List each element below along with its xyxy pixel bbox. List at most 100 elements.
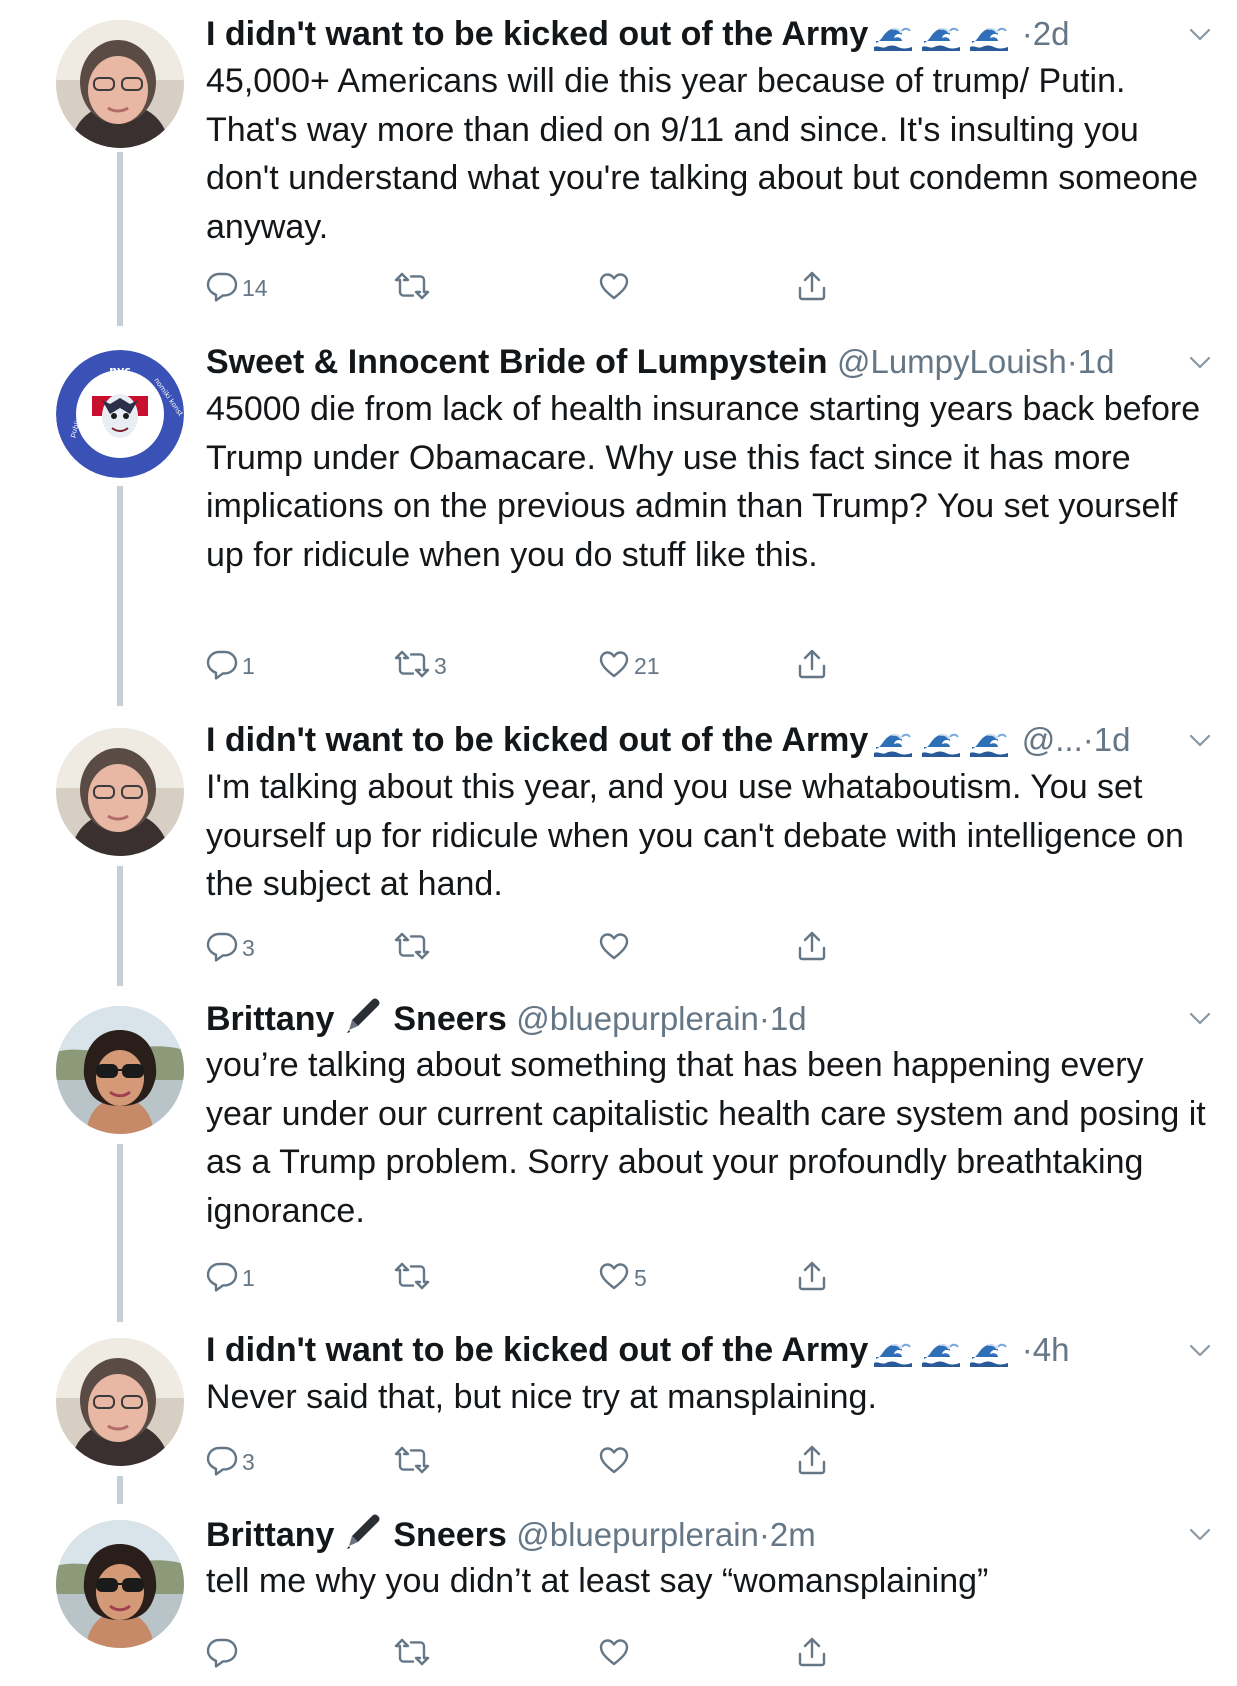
action-bar: 3 (206, 1442, 826, 1482)
retweet-icon (394, 1260, 430, 1297)
chevron-down-icon[interactable] (1187, 1006, 1213, 1032)
reply-button[interactable]: 1 (206, 1258, 255, 1298)
retweet-button[interactable] (394, 928, 434, 968)
chevron-down-icon[interactable] (1187, 1338, 1213, 1364)
action-bar: 3 (206, 928, 826, 968)
reply-icon (206, 930, 238, 967)
share-icon (796, 930, 828, 967)
like-button[interactable] (598, 928, 634, 968)
reply-count: 1 (242, 652, 255, 679)
like-button[interactable] (598, 268, 634, 308)
display-name[interactable]: I didn't want to be kicked out of the Ar… (206, 15, 868, 53)
reply-button[interactable]: 14 (206, 268, 268, 308)
share-icon (796, 1260, 828, 1297)
separator-dot: · (758, 1000, 770, 1037)
chevron-down-icon[interactable] (1187, 1522, 1213, 1548)
like-button[interactable] (598, 1442, 634, 1482)
share-button[interactable] (796, 646, 828, 686)
share-button[interactable] (796, 268, 828, 308)
avatar[interactable] (56, 728, 184, 856)
separator-dot: · (758, 1516, 770, 1553)
timestamp[interactable]: 1d (770, 1000, 807, 1037)
timestamp[interactable]: 1d (1094, 721, 1131, 758)
avatar[interactable] (56, 1338, 184, 1466)
tweet-header: Sweet & Innocent Bride of Lumpystein @Lu… (206, 340, 1201, 384)
heart-icon (598, 648, 630, 685)
retweet-icon (394, 648, 430, 685)
tweet-text: I'm talking about this year, and you use… (206, 768, 1184, 903)
share-icon (796, 1636, 828, 1673)
retweet-button[interactable] (394, 1258, 434, 1298)
tweet-text: you’re talking about something that has … (206, 1046, 1206, 1230)
reply-button[interactable]: 1 (206, 646, 255, 686)
reply-count: 3 (242, 1448, 255, 1475)
action-bar: 14 (206, 268, 826, 308)
reply-button[interactable] (206, 1634, 242, 1674)
heart-icon (598, 1636, 630, 1673)
thread-line (117, 1476, 123, 1504)
retweet-icon (394, 1444, 430, 1481)
timestamp[interactable]: 2m (770, 1516, 816, 1553)
tweet-header: I didn't want to be kicked out of the Ar… (206, 12, 1201, 56)
reply-button[interactable]: 3 (206, 928, 255, 968)
reply-icon (206, 1260, 238, 1297)
avatar[interactable]: nyc public advocate nomiki konst (56, 350, 184, 478)
timestamp[interactable]: 2d (1033, 15, 1070, 52)
reply-button[interactable]: 3 (206, 1442, 255, 1482)
like-button[interactable]: 5 (598, 1258, 647, 1298)
retweet-button[interactable] (394, 1442, 434, 1482)
wave-emoji-icon (874, 1334, 1012, 1378)
wave-emoji-icon (874, 18, 1012, 62)
user-handle[interactable]: @bluepurplerain (516, 1000, 759, 1037)
chevron-down-icon[interactable] (1187, 22, 1213, 48)
thread-line (117, 1144, 123, 1322)
share-button[interactable] (796, 928, 828, 968)
timestamp[interactable]: 1d (1078, 343, 1115, 380)
display-name[interactable]: I didn't want to be kicked out of the Ar… (206, 1331, 868, 1369)
display-name[interactable]: Brittany (206, 1516, 334, 1554)
display-name[interactable]: I didn't want to be kicked out of the Ar… (206, 721, 868, 759)
heart-icon (598, 1260, 630, 1297)
heart-icon (598, 930, 630, 967)
retweet-button[interactable] (394, 1634, 434, 1674)
display-name-suffix[interactable]: Sneers (393, 1516, 506, 1554)
separator-dot: · (1066, 343, 1078, 380)
thread-line (117, 486, 123, 706)
user-handle[interactable]: @... (1022, 721, 1083, 758)
display-name-suffix[interactable]: Sneers (393, 1000, 506, 1038)
reply-icon (206, 1636, 238, 1673)
thread-line (117, 152, 123, 326)
avatar[interactable] (56, 1006, 184, 1134)
share-button[interactable] (796, 1442, 828, 1482)
reply-icon (206, 270, 238, 307)
thread-line (117, 866, 123, 986)
chevron-down-icon[interactable] (1187, 350, 1213, 376)
action-bar: 1 5 (206, 1258, 826, 1298)
share-icon (796, 1444, 828, 1481)
retweet-button[interactable] (394, 268, 434, 308)
like-button[interactable] (598, 1634, 634, 1674)
tweet-header: I didn't want to be kicked out of the Ar… (206, 718, 1201, 762)
action-bar: 1 3 21 (206, 646, 826, 686)
like-button[interactable]: 21 (598, 646, 660, 686)
share-icon (796, 270, 828, 307)
pen-emoji-icon (344, 1512, 384, 1563)
separator-dot: · (1021, 1331, 1033, 1368)
heart-icon (598, 1444, 630, 1481)
timestamp[interactable]: 4h (1033, 1331, 1070, 1368)
share-button[interactable] (796, 1634, 828, 1674)
user-handle[interactable]: @LumpyLouish (837, 343, 1067, 380)
reply-count: 1 (242, 1264, 255, 1291)
retweet-icon (394, 930, 430, 967)
retweet-button[interactable]: 3 (394, 646, 447, 686)
avatar[interactable] (56, 1520, 184, 1648)
display-name[interactable]: Brittany (206, 1000, 334, 1038)
retweet-icon (394, 1636, 430, 1673)
chevron-down-icon[interactable] (1187, 728, 1213, 754)
avatar[interactable] (56, 20, 184, 148)
retweet-icon (394, 270, 430, 307)
action-bar (206, 1634, 826, 1674)
user-handle[interactable]: @bluepurplerain (516, 1516, 759, 1553)
display-name[interactable]: Sweet & Innocent Bride of Lumpystein (206, 343, 828, 381)
share-button[interactable] (796, 1258, 828, 1298)
